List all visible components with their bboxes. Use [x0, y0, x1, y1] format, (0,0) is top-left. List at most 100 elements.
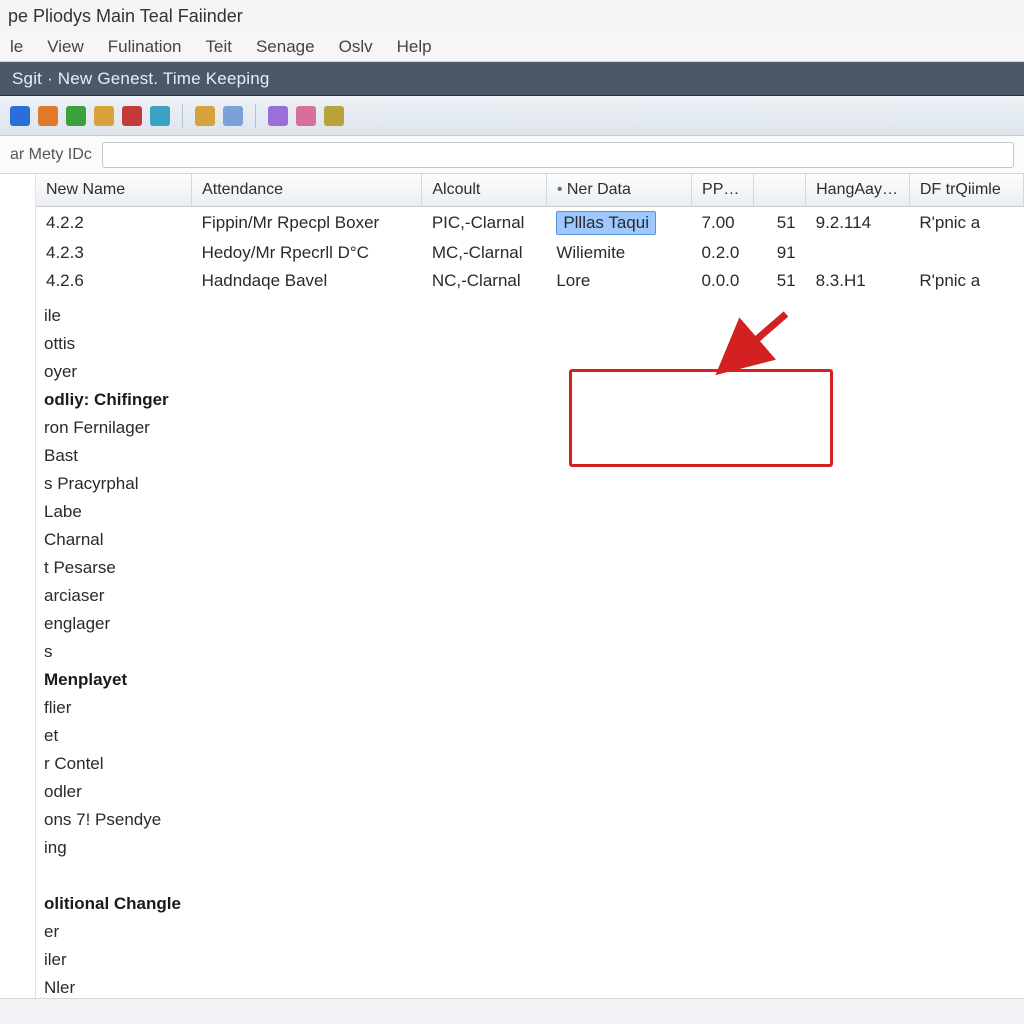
grid-header-row: New NameAttendanceAlcoultNer DataPP1 Qan… — [36, 174, 1024, 207]
col-new_name[interactable]: New Name — [36, 174, 192, 207]
cell-alcoult[interactable]: MC,-Clarnal — [422, 239, 546, 267]
tree-item[interactable]: ron Fernilager — [44, 414, 181, 442]
filter-input[interactable] — [102, 142, 1014, 168]
col-alcoult[interactable]: Alcoult — [422, 174, 546, 207]
menu-oslv[interactable]: Oslv — [339, 37, 373, 57]
cell-pp1_b[interactable]: 51 — [754, 267, 806, 295]
toolbar-separator — [255, 104, 256, 128]
cell-hangaayel[interactable]: 8.3.H1 — [806, 267, 910, 295]
nav-tree[interactable]: ileottisoyerodliy: Chifingerron Fernilag… — [36, 302, 181, 998]
callout-box — [569, 369, 833, 467]
col-df[interactable]: DF trQiimle — [909, 174, 1023, 207]
leaf-icon[interactable] — [324, 106, 344, 126]
cyan-square-icon[interactable] — [150, 106, 170, 126]
col-attendance[interactable]: Attendance — [192, 174, 422, 207]
tree-item[interactable]: olitional Changle — [44, 890, 181, 918]
table-row[interactable]: 4.2.2Fippin/Mr Rpecpl BoxerPIC,-Clarnal P… — [36, 207, 1024, 240]
cell-pp1_a[interactable]: 0.2.0 — [692, 239, 754, 267]
tree-item[interactable]: Charnal — [44, 526, 181, 554]
data-grid[interactable]: New NameAttendanceAlcoultNer DataPP1 Qan… — [36, 174, 1024, 295]
cell-df[interactable]: R'pnic a — [909, 207, 1023, 240]
cell-new_name[interactable]: 4.2.3 — [36, 239, 192, 267]
tree-item[interactable]: er — [44, 918, 181, 946]
tree-item[interactable]: ons 7! Psendye — [44, 806, 181, 834]
circle-blue-icon[interactable] — [10, 106, 30, 126]
tab-bar: Sgit · New Genest. Time Keeping — [0, 62, 1024, 96]
menu-teit[interactable]: Teit — [206, 37, 232, 57]
filter-bar: ar Mety IDc — [0, 136, 1024, 174]
tab-active[interactable]: Sgit · New Genest. Time Keeping — [12, 69, 270, 89]
table-row[interactable]: 4.2.3Hedoy/Mr Rpecrll D°CMC,-ClarnalWili… — [36, 239, 1024, 267]
main-panel: New NameAttendanceAlcoultNer DataPP1 Qan… — [36, 174, 1024, 998]
green-dot-icon[interactable] — [66, 106, 86, 126]
tree-item[interactable]: arciaser — [44, 582, 181, 610]
cell-attendance[interactable]: Fippin/Mr Rpecpl Boxer — [192, 207, 422, 240]
cell-new_name[interactable]: 4.2.2 — [36, 207, 192, 240]
tree-item[interactable]: flier — [44, 694, 181, 722]
col-ner_data[interactable]: Ner Data — [546, 174, 691, 207]
toolbar-separator — [182, 104, 183, 128]
tree-item[interactable]: oyer — [44, 358, 181, 386]
menu-help[interactable]: Help — [397, 37, 432, 57]
tree-item[interactable]: englager — [44, 610, 181, 638]
tree-item[interactable]: iler — [44, 946, 181, 974]
tree-item[interactable]: Nler — [44, 974, 181, 998]
tree-item[interactable]: odliy: Chifinger — [44, 386, 181, 414]
col-hangaayel-sortable[interactable]: HangAayel▾ — [806, 174, 910, 207]
menu-le[interactable]: le — [10, 37, 23, 57]
table-row[interactable]: 4.2.6Hadndaqe BavelNC,-ClarnalLore0.0.05… — [36, 267, 1024, 295]
callout-arrow — [36, 174, 1024, 998]
folder-icon[interactable] — [94, 106, 114, 126]
cell-hangaayel[interactable]: 9.2.114 — [806, 207, 910, 240]
cell-pp1_a[interactable]: 7.00 — [692, 207, 754, 240]
cell-attendance[interactable]: Hadndaqe Bavel — [192, 267, 422, 295]
cell-df[interactable] — [909, 239, 1023, 267]
menubar: le View Fulination Teit Senage Oslv Help — [0, 32, 1024, 62]
brush-icon[interactable] — [268, 106, 288, 126]
tree-item[interactable]: Menplayet — [44, 666, 181, 694]
tree-item[interactable]: ile — [44, 302, 181, 330]
col-pp1_b[interactable] — [754, 174, 806, 207]
tree-item[interactable]: ottis — [44, 330, 181, 358]
tree-item[interactable] — [44, 862, 181, 890]
app-window: pe Pliodys Main Teal Faiinder le View Fuli… — [0, 0, 1024, 1024]
doc-icon[interactable] — [223, 106, 243, 126]
tree-item[interactable]: ing — [44, 834, 181, 862]
menu-senage[interactable]: Senage — [256, 37, 315, 57]
tree-item[interactable]: Bast — [44, 442, 181, 470]
cell-pp1_a[interactable]: 0.0.0 — [692, 267, 754, 295]
tree-item[interactable]: s Pracyrphal — [44, 470, 181, 498]
cell-ner_data[interactable]: Lore — [546, 267, 691, 295]
status-bar — [0, 998, 1024, 1024]
filter-label: ar Mety IDc — [10, 146, 92, 164]
cell-hangaayel[interactable] — [806, 239, 910, 267]
toolbar — [0, 96, 1024, 136]
tree-item[interactable]: Labe — [44, 498, 181, 526]
palette-icon[interactable] — [296, 106, 316, 126]
cell-new_name[interactable]: 4.2.6 — [36, 267, 192, 295]
content-area: New NameAttendanceAlcoultNer DataPP1 Qan… — [0, 174, 1024, 998]
red-square-icon[interactable] — [122, 106, 142, 126]
tree-item[interactable]: et — [44, 722, 181, 750]
cell-alcoult[interactable]: PIC,-Clarnal — [422, 207, 546, 240]
cell-ner_data[interactable]: Plllas Taqui — [546, 207, 691, 240]
cell-pp1_b[interactable]: 51 — [754, 207, 806, 240]
tree-item[interactable]: odler — [44, 778, 181, 806]
gutter-sidebar — [0, 174, 36, 998]
pie-icon[interactable] — [38, 106, 58, 126]
cell-ner_data[interactable]: Wiliemite — [546, 239, 691, 267]
tree-item[interactable]: r Contel — [44, 750, 181, 778]
tree-item[interactable]: t Pesarse — [44, 554, 181, 582]
folder-open-icon[interactable] — [195, 106, 215, 126]
cell-df[interactable]: R'pnic a — [909, 267, 1023, 295]
selected-cell[interactable]: Plllas Taqui — [556, 211, 656, 235]
menu-view[interactable]: View — [47, 37, 84, 57]
menu-fulination[interactable]: Fulination — [108, 37, 182, 57]
cell-pp1_b[interactable]: 91 — [754, 239, 806, 267]
window-title: pe Pliodys Main Teal Faiinder — [8, 6, 243, 27]
cell-attendance[interactable]: Hedoy/Mr Rpecrll D°C — [192, 239, 422, 267]
cell-alcoult[interactable]: NC,-Clarnal — [422, 267, 546, 295]
tree-item[interactable]: s — [44, 638, 181, 666]
col-pp1_a[interactable]: PP1 QantiLle — [692, 174, 754, 207]
titlebar: pe Pliodys Main Teal Faiinder — [0, 0, 1024, 32]
